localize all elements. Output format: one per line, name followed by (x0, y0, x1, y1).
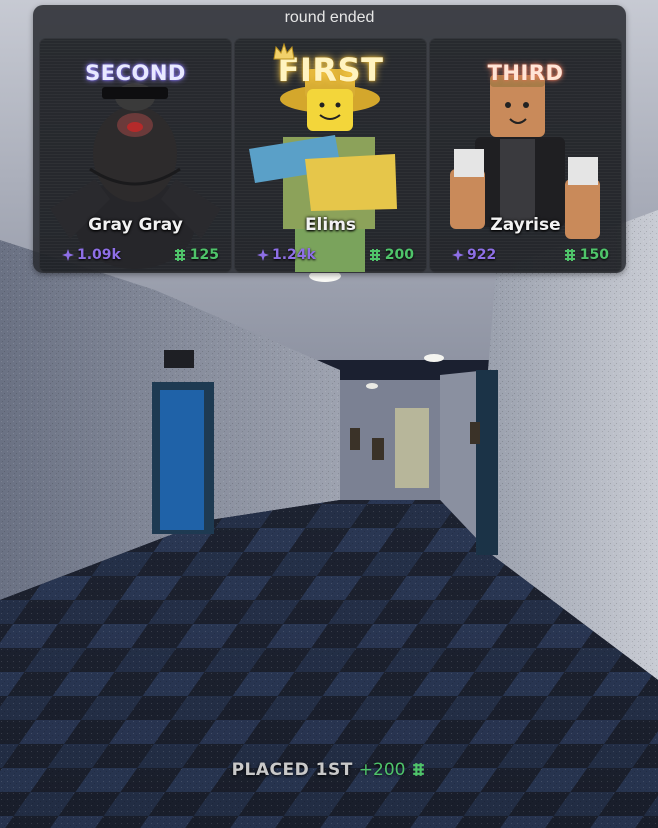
cash-value: 150 (579, 247, 609, 263)
gem-stat: 1.09k (62, 246, 121, 264)
cash-icon (174, 249, 185, 261)
cash-value: 125 (189, 247, 219, 263)
sparkle-gem-icon (257, 249, 269, 261)
crown-icon (273, 43, 295, 60)
gem-value: 1.24k (272, 247, 316, 263)
cash-icon (564, 249, 575, 261)
sparkle-gem-icon (62, 249, 74, 261)
cash-stat: 200 (368, 246, 414, 264)
gem-stat: 922 (452, 246, 496, 264)
gem-value: 1.09k (77, 247, 121, 263)
gem-stat: 1.24k (257, 246, 316, 264)
player-name: Zayrise (490, 215, 561, 235)
podium-card-second: SECOND Gray Gray 1.09k 125 (39, 38, 232, 273)
cash-value: 200 (384, 247, 414, 263)
sparkle-gem-icon (452, 249, 464, 261)
cash-stat: 125 (173, 246, 219, 264)
cash-icon (413, 763, 425, 776)
podium-card-first: FIRST Elims 1.24k 200 (234, 38, 427, 273)
place-label-first: FIRST (277, 51, 384, 89)
round-results-panel: round ended SECOND Gray Gray 1.09k 125 F… (33, 5, 626, 273)
gem-value: 922 (467, 247, 497, 263)
round-status-title: round ended (284, 9, 375, 26)
player-name: Gray Gray (88, 215, 183, 235)
placement-banner: PLACED 1ST +200 (0, 760, 658, 780)
place-label-second: SECOND (85, 61, 186, 85)
player-name: Elims (304, 215, 357, 235)
placed-label: PLACED 1ST (231, 760, 353, 780)
cash-stat: 150 (563, 246, 609, 264)
place-label-third: THIRD (487, 61, 564, 85)
reward-amount: +200 (358, 760, 406, 780)
podium-card-third: THIRD Zayrise 922 150 (429, 38, 622, 273)
cash-icon (369, 249, 380, 261)
